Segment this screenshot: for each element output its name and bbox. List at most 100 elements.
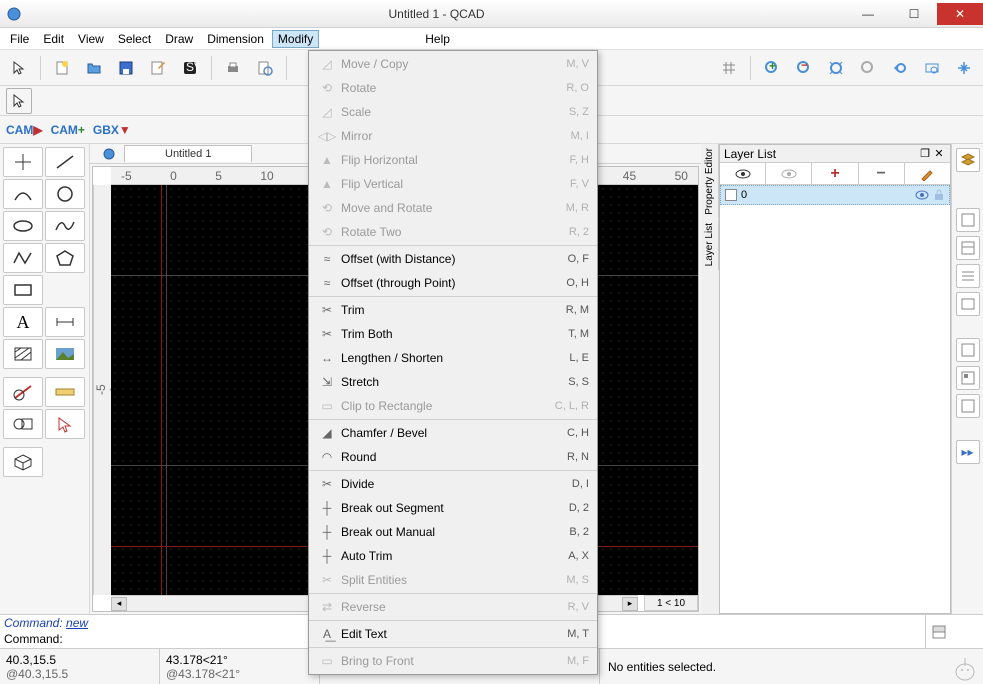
new-file-button[interactable] xyxy=(49,55,75,81)
svg-export-button[interactable]: SVG xyxy=(177,55,203,81)
isometric-tool-button[interactable] xyxy=(3,447,43,477)
pointer-button[interactable] xyxy=(6,55,32,81)
panel4-button[interactable] xyxy=(956,292,980,316)
pointer-mode-button[interactable] xyxy=(6,88,32,114)
document-tab[interactable]: Untitled 1 xyxy=(124,145,252,162)
image-tool-button[interactable] xyxy=(45,339,85,369)
panel6-button[interactable] xyxy=(956,366,980,390)
menu-item-shortcut: A, X xyxy=(568,550,589,562)
grid-toggle-button[interactable] xyxy=(716,55,742,81)
menu-item-trim-both[interactable]: ✂Trim BothT, M xyxy=(309,322,597,346)
collapse-button[interactable]: ▸▸ xyxy=(956,440,980,464)
select-tool-button[interactable] xyxy=(45,409,85,439)
menu-item-icon: ▲ xyxy=(317,177,337,191)
hatch-tool-button[interactable] xyxy=(3,339,43,369)
svg-text:SVG: SVG xyxy=(186,60,198,74)
panel2-button[interactable] xyxy=(956,236,980,260)
menu-item-icon: ↔ xyxy=(317,351,337,365)
arc-tool-button[interactable] xyxy=(3,179,43,209)
menu-item-chamfer-bevel[interactable]: ◢Chamfer / BevelC, H xyxy=(309,421,597,445)
layer-row[interactable]: 0 xyxy=(720,185,950,205)
menu-item-trim[interactable]: ✂TrimR, M xyxy=(309,298,597,322)
menu-item-label: Stretch xyxy=(337,375,568,389)
remove-layer-button[interactable]: − xyxy=(859,163,905,184)
menu-draw[interactable]: Draw xyxy=(159,30,199,48)
line-tool-button[interactable] xyxy=(45,147,85,177)
layer-visibility-button[interactable] xyxy=(766,163,812,184)
zoom-extents-button[interactable] xyxy=(823,55,849,81)
menu-item-shortcut: R, N xyxy=(567,451,589,463)
edit-layer-button[interactable] xyxy=(905,163,950,184)
panel5-button[interactable] xyxy=(956,338,980,362)
menu-view[interactable]: View xyxy=(72,30,110,48)
cam-export-button[interactable]: CAM+ xyxy=(51,123,85,137)
separator xyxy=(211,56,212,80)
menu-select[interactable]: Select xyxy=(112,30,157,48)
text-tool-button[interactable]: A xyxy=(3,307,43,337)
menu-item-edit-text[interactable]: A͟Edit TextM, T xyxy=(309,622,597,646)
open-file-button[interactable] xyxy=(81,55,107,81)
layer-list-tab[interactable]: Layer List xyxy=(701,219,719,270)
status-selection: No entities selected. xyxy=(600,649,947,684)
spline-tool-button[interactable] xyxy=(45,211,85,241)
menu-item-shortcut: M, S xyxy=(566,574,589,586)
print-button[interactable] xyxy=(220,55,246,81)
maximize-button[interactable]: ☐ xyxy=(891,3,937,25)
command-side-button[interactable] xyxy=(925,614,951,648)
menu-item-bring-to-front: ▭Bring to FrontM, F xyxy=(309,649,597,673)
circle-tool-button[interactable] xyxy=(45,179,85,209)
polyline-tool-button[interactable] xyxy=(3,243,43,273)
menu-item-break-out-segment[interactable]: ┼Break out SegmentD, 2 xyxy=(309,496,597,520)
menu-item-divide[interactable]: ✂DivideD, I xyxy=(309,472,597,496)
measure-tool-button[interactable] xyxy=(3,377,43,407)
polygon-tool-button[interactable] xyxy=(45,243,85,273)
menu-item-lengthen-shorten[interactable]: ↔Lengthen / ShortenL, E xyxy=(309,346,597,370)
dimension-tool-button[interactable] xyxy=(45,307,85,337)
scroll-left-button[interactable]: ◂ xyxy=(111,597,127,611)
menu-item-scale: ◿ScaleS, Z xyxy=(309,100,597,124)
layer-visibility-all-button[interactable] xyxy=(720,163,766,184)
point-tool-button[interactable] xyxy=(3,147,43,177)
zoom-window-button[interactable] xyxy=(919,55,945,81)
ruler-tool-button[interactable] xyxy=(45,377,85,407)
lock-icon xyxy=(933,189,945,201)
gbx-button[interactable]: GBX▼ xyxy=(93,123,131,137)
menu-item-auto-trim[interactable]: ┼Auto TrimA, X xyxy=(309,544,597,568)
menu-item-break-out-manual[interactable]: ┼Break out ManualB, 2 xyxy=(309,520,597,544)
block-tool-button[interactable] xyxy=(3,409,43,439)
menu-help[interactable]: Help xyxy=(419,30,456,48)
menu-item-round[interactable]: ◠RoundR, N xyxy=(309,445,597,469)
ellipse-tool-button[interactable] xyxy=(3,211,43,241)
print-preview-button[interactable] xyxy=(252,55,278,81)
pan-button[interactable] xyxy=(951,55,977,81)
menu-file[interactable]: File xyxy=(4,30,35,48)
panel1-button[interactable] xyxy=(956,208,980,232)
menu-dimension[interactable]: Dimension xyxy=(201,30,270,48)
menu-item-stretch[interactable]: ⇲StretchS, S xyxy=(309,370,597,394)
menu-edit[interactable]: Edit xyxy=(37,30,70,48)
zoom-selection-button[interactable] xyxy=(855,55,881,81)
separator xyxy=(40,56,41,80)
menu-item-offset-through-point-[interactable]: ≈Offset (through Point)O, H xyxy=(309,271,597,295)
menu-item-offset-with-distance-[interactable]: ≈Offset (with Distance)O, F xyxy=(309,247,597,271)
menu-item-icon: ≈ xyxy=(317,276,337,290)
menu-modify[interactable]: Modify xyxy=(272,30,319,48)
minimize-button[interactable]: — xyxy=(845,3,891,25)
menu-item-shortcut: O, F xyxy=(568,253,589,265)
close-button[interactable]: ✕ xyxy=(937,3,983,25)
add-layer-button[interactable]: + xyxy=(812,163,858,184)
property-editor-tab[interactable]: Property Editor xyxy=(701,144,719,219)
zoom-out-button[interactable]: − xyxy=(791,55,817,81)
zoom-previous-button[interactable] xyxy=(887,55,913,81)
edit-file-button[interactable] xyxy=(145,55,171,81)
panel7-button[interactable] xyxy=(956,394,980,418)
save-file-button[interactable] xyxy=(113,55,139,81)
close-panel-icon[interactable]: ✕ xyxy=(932,147,946,161)
cam-config-button[interactable]: CAM▶ xyxy=(6,123,43,137)
layers-button[interactable] xyxy=(956,148,980,172)
zoom-in-button[interactable]: + xyxy=(759,55,785,81)
undock-icon[interactable]: ❐ xyxy=(918,147,932,161)
rectangle-tool-button[interactable] xyxy=(3,275,43,305)
panel3-button[interactable] xyxy=(956,264,980,288)
scroll-right-button[interactable]: ▸ xyxy=(622,597,638,611)
